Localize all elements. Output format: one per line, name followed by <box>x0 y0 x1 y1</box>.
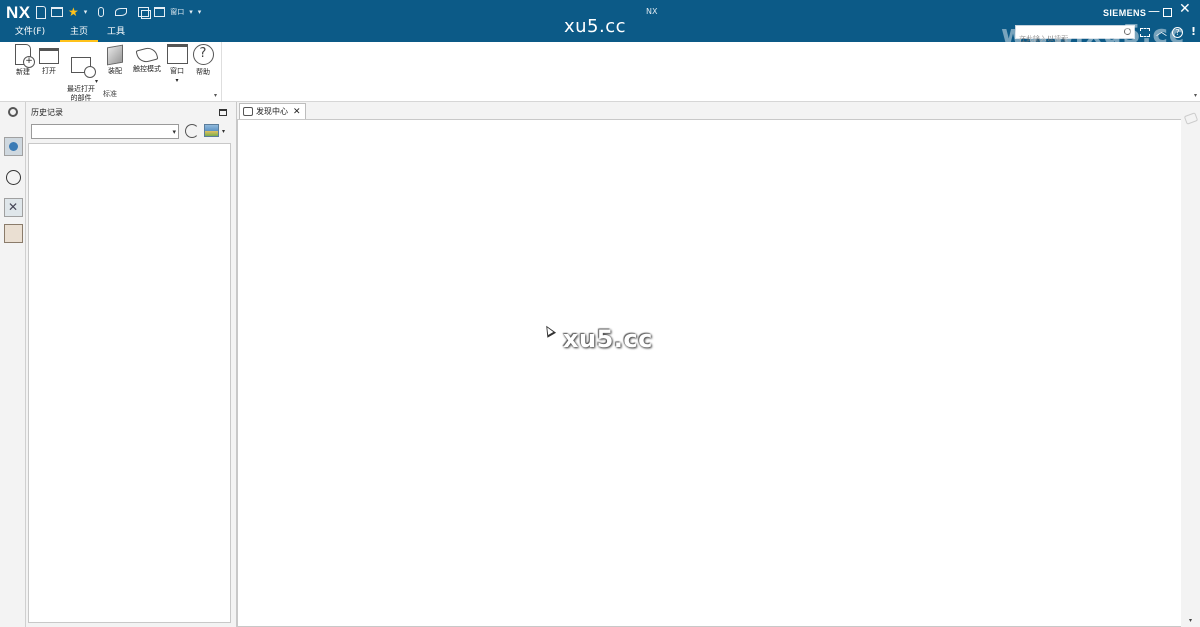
open-button[interactable]: 打开 <box>37 44 61 76</box>
role-icon[interactable] <box>4 224 23 243</box>
open-icon <box>39 48 59 64</box>
eraser-icon[interactable] <box>1183 112 1199 125</box>
voice-mic-icon[interactable] <box>98 7 105 17</box>
recent-parts-icon <box>71 57 96 78</box>
customize-caret[interactable]: ▾ <box>198 8 202 16</box>
ribbon-group-standard: 新建 打开 最近打开 的部件 ▾ 装配 触控模式 窗口 ▾ <box>6 42 222 102</box>
assembly-label: 装配 <box>108 67 122 75</box>
image-view-icon[interactable] <box>204 124 219 137</box>
side-bar-expand-caret[interactable]: ▾ <box>1189 617 1192 624</box>
switch-window-icon[interactable] <box>138 7 152 19</box>
reuse-library-icon[interactable] <box>4 198 23 217</box>
history-filter-select[interactable]: ▾ <box>31 124 179 139</box>
document-tab-strip: 发现中心 ✕ <box>237 102 1182 119</box>
resource-bar <box>0 102 26 627</box>
new-icon <box>15 44 35 68</box>
refresh-icon[interactable] <box>185 124 199 138</box>
window-dropdown-label[interactable]: 窗口 <box>170 7 184 17</box>
discovery-icon <box>243 107 253 116</box>
group-expand-caret[interactable]: ▾ <box>214 92 217 99</box>
new-file-icon[interactable] <box>36 5 46 19</box>
tab-discovery-center-label: 发现中心 <box>256 107 288 116</box>
window-title: NX <box>646 7 658 16</box>
history-panel: 历史记录 ▾ ▾ <box>26 102 234 627</box>
help-button[interactable]: ? 帮助 <box>191 44 215 77</box>
mouse-cursor-icon <box>541 323 557 338</box>
tab-tools[interactable]: 工具 <box>98 24 134 42</box>
tab-file[interactable]: 文件(F) <box>0 24 60 42</box>
new-button-label: 新建 <box>16 68 30 76</box>
graphics-area: 发现中心 ✕ <box>236 102 1182 627</box>
window-label: 窗口 <box>170 67 184 75</box>
ribbon: 新建 打开 最近打开 的部件 ▾ 装配 触控模式 窗口 ▾ <box>0 42 1200 102</box>
window-dropdown-caret[interactable]: ▾ <box>189 8 193 16</box>
window-button[interactable]: 窗口 ▾ <box>165 44 189 85</box>
watermark-center: xu5.cc <box>563 325 653 353</box>
quick-access-toolbar: ★ ▾ 窗口 ▾ ▾ <box>36 3 201 21</box>
recent-parts-caret[interactable]: ▾ <box>95 78 98 85</box>
window-icon[interactable] <box>154 7 166 17</box>
right-side-bar: ▾ <box>1181 102 1200 627</box>
history-clock-icon[interactable] <box>4 168 23 187</box>
web-browser-icon[interactable] <box>4 137 23 156</box>
graphics-canvas[interactable] <box>237 119 1182 627</box>
close-button[interactable]: ✕ <box>1179 2 1191 16</box>
history-list[interactable] <box>28 143 231 623</box>
maximize-panel-icon[interactable] <box>219 109 227 116</box>
alert-icon[interactable]: ! <box>1191 25 1196 38</box>
assembly-button[interactable]: 装配 <box>105 44 125 76</box>
favorite-caret[interactable]: ▾ <box>84 8 88 16</box>
menu-tabs: 文件(F) 主页 工具 <box>0 24 134 42</box>
help-icon: ? <box>192 44 214 65</box>
command-icon[interactable] <box>115 8 128 16</box>
ribbon-expand-caret[interactable]: ▾ <box>1194 92 1197 99</box>
siemens-brand: SIEMENS <box>1103 8 1147 18</box>
settings-gear-icon[interactable] <box>8 107 18 117</box>
ribbon-group-label: 标准 <box>103 90 117 98</box>
touch-mode-button[interactable]: 触控模式 <box>130 44 164 74</box>
help-label: 帮助 <box>196 68 210 76</box>
tab-home[interactable]: 主页 <box>60 24 98 42</box>
touch-mode-icon <box>135 45 159 65</box>
title-bar: NX ★ ▾ 窗口 ▾ ▾ NX SIEMENS — ✕ 文件(F) 主页 工具 <box>0 0 1200 50</box>
close-tab-icon[interactable]: ✕ <box>293 107 301 117</box>
minimize-button[interactable]: — <box>1148 4 1160 18</box>
nx-application-window: NX ★ ▾ 窗口 ▾ ▾ NX SIEMENS — ✕ 文件(F) 主页 工具 <box>0 0 1200 627</box>
open-button-label: 打开 <box>42 67 56 75</box>
new-button[interactable]: 新建 <box>12 44 35 77</box>
watermark-top: xu5.cc <box>564 16 627 37</box>
maximize-button[interactable] <box>1163 8 1172 17</box>
assembly-icon <box>107 44 123 66</box>
image-view-caret[interactable]: ▾ <box>222 128 225 135</box>
touch-mode-label: 触控模式 <box>133 65 161 73</box>
chevron-down-icon[interactable]: ▾ <box>172 128 176 136</box>
nx-logo: NX <box>6 3 31 22</box>
tab-discovery-center[interactable]: 发现中心 ✕ <box>239 103 306 119</box>
window-caret[interactable]: ▾ <box>165 76 189 85</box>
history-title: 历史记录 <box>31 108 63 117</box>
open-folder-icon[interactable] <box>51 7 63 17</box>
window-icon <box>166 44 188 64</box>
favorite-star-icon[interactable]: ★ <box>68 5 79 19</box>
